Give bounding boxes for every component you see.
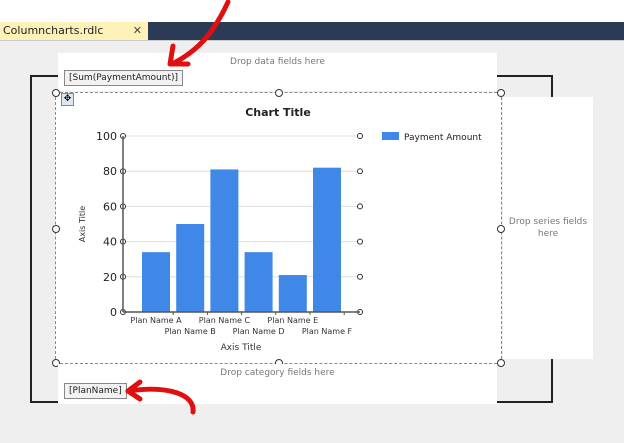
- annotation-arrows: [125, 0, 231, 415]
- red-arrow-bottom: [125, 386, 196, 415]
- red-arrow-top: [169, 0, 231, 67]
